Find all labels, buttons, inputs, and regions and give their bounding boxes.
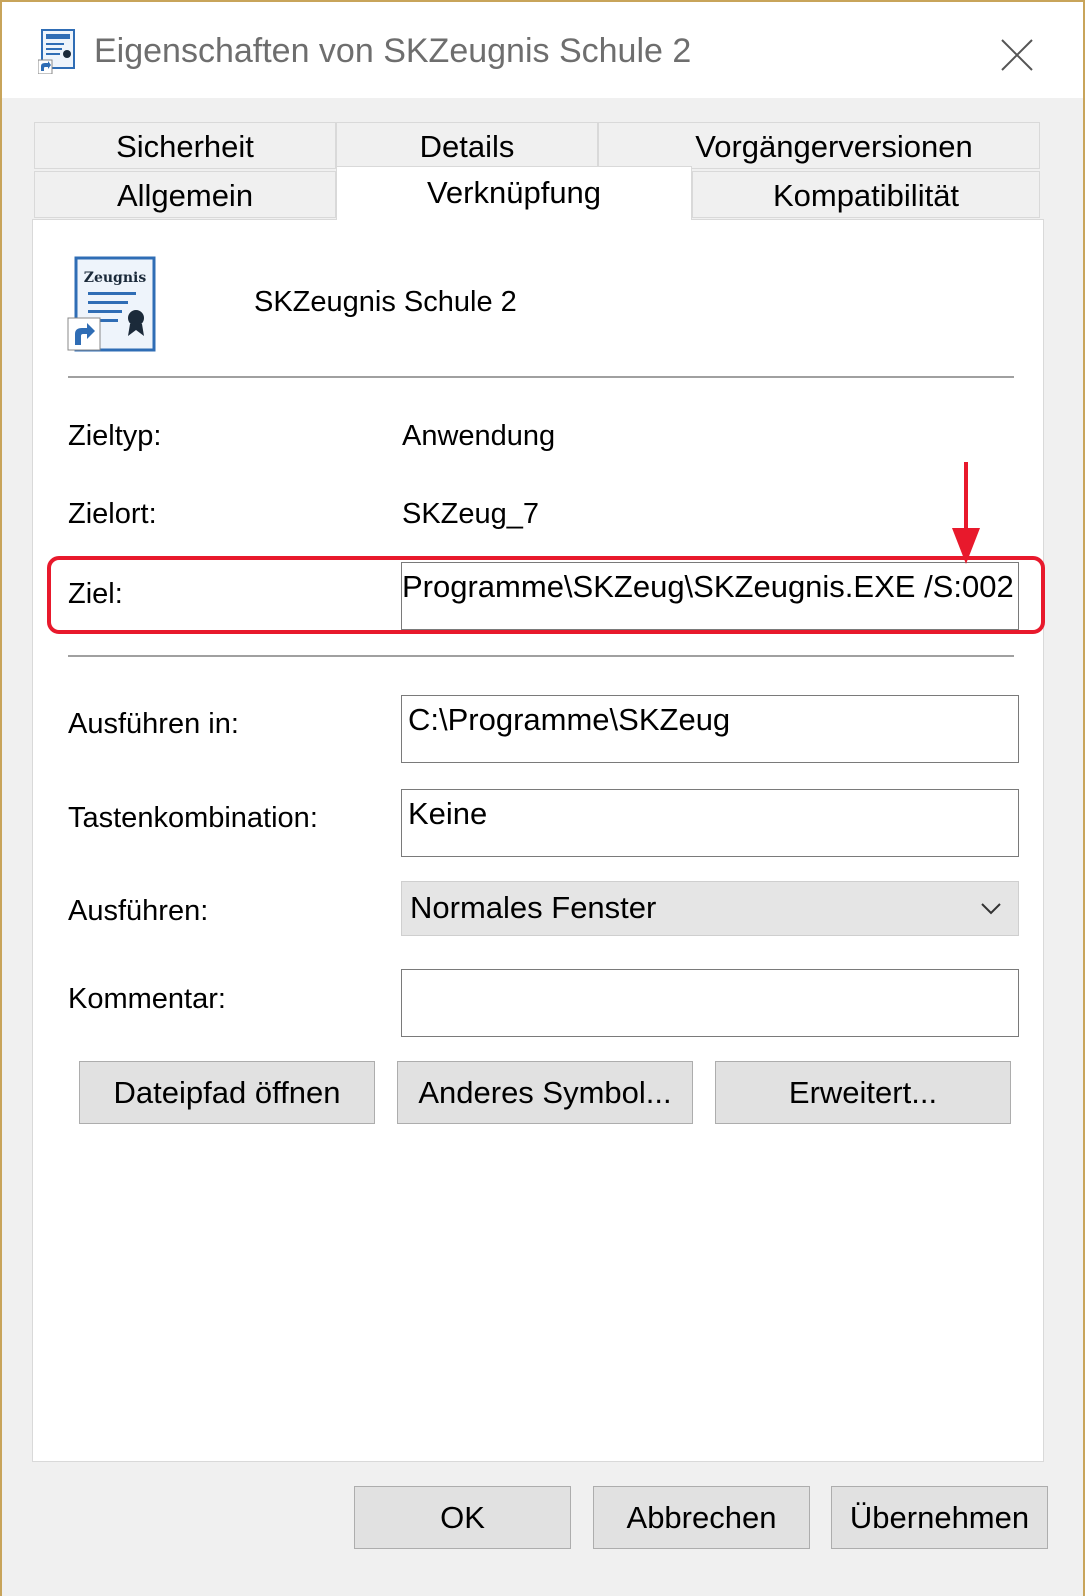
zielort-label: Zielort: xyxy=(68,498,157,530)
advanced-button[interactable]: Erweitert... xyxy=(715,1061,1011,1124)
tab-sicherheit[interactable]: Sicherheit xyxy=(34,122,336,169)
shortcut-name: SKZeugnis Schule 2 xyxy=(254,286,517,318)
close-icon xyxy=(1001,39,1033,71)
apply-button[interactable]: Übernehmen xyxy=(831,1486,1048,1549)
tab-allgemein[interactable]: Allgemein xyxy=(34,171,336,218)
tastenkombination-input[interactable]: Keine xyxy=(401,789,1019,857)
ausfuehren-select-value: Normales Fenster xyxy=(410,890,657,925)
tastenkombination-label: Tastenkombination: xyxy=(68,802,318,834)
open-file-location-button[interactable]: Dateipfad öffnen xyxy=(79,1061,375,1124)
kommentar-label: Kommentar: xyxy=(68,983,226,1015)
separator-top xyxy=(68,376,1014,378)
ausfuehren-in-label: Ausführen in: xyxy=(68,708,239,740)
tab-vorgaengerversionen[interactable]: Vorgängerversionen xyxy=(598,122,1040,169)
change-icon-button[interactable]: Anderes Symbol... xyxy=(397,1061,693,1124)
zeugnis-document-icon xyxy=(38,29,75,74)
ausfuehren-select[interactable]: Normales Fenster xyxy=(401,881,1019,936)
zieltyp-value: Anwendung xyxy=(402,420,556,452)
tab-verknuepfung[interactable]: Verknüpfung xyxy=(336,166,692,220)
tab-kompatibilitaet[interactable]: Kompatibilität xyxy=(692,171,1040,218)
tab-details[interactable]: Details xyxy=(336,122,598,169)
ziel-label: Ziel: xyxy=(68,578,123,610)
window-title: Eigenschaften von SKZeugnis Schule 2 xyxy=(94,32,692,70)
ausfuehren-label: Ausführen: xyxy=(68,895,209,927)
annotation-arrow-icon xyxy=(952,462,980,564)
kommentar-input[interactable] xyxy=(401,969,1019,1037)
chevron-down-icon xyxy=(981,903,1001,915)
close-button[interactable] xyxy=(992,30,1042,80)
zieltyp-label: Zieltyp: xyxy=(68,420,162,452)
title-bar: Eigenschaften von SKZeugnis Schule 2 xyxy=(2,2,1083,98)
ziel-input-value: Programme\SKZeug\SKZeugnis.EXE /S:002 xyxy=(402,569,1014,604)
shortcut-icon-label: Zeugnis xyxy=(84,270,147,286)
separator-middle xyxy=(68,655,1014,657)
properties-dialog: Eigenschaften von SKZeugnis Schule 2 Sic… xyxy=(0,0,1085,1596)
ok-button[interactable]: OK xyxy=(354,1486,571,1549)
zeugnis-shortcut-icon: Zeugnis xyxy=(67,256,156,352)
window-border-left xyxy=(0,0,2,1596)
ziel-input[interactable]: Programme\SKZeug\SKZeugnis.EXE /S:002 xyxy=(401,562,1019,630)
zielort-value: SKZeug_7 xyxy=(402,498,540,530)
cancel-button[interactable]: Abbrechen xyxy=(593,1486,810,1549)
ausfuehren-in-input[interactable]: C:\Programme\SKZeug xyxy=(401,695,1019,763)
